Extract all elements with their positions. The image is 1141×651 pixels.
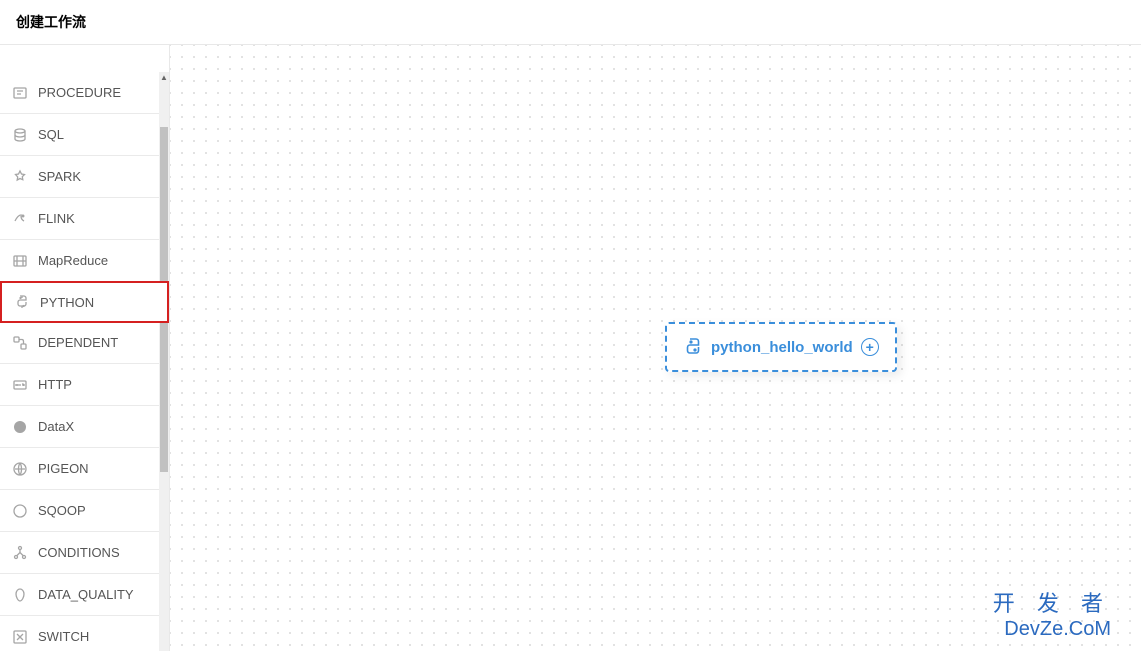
sidebar-item-flink[interactable]: FLINK: [0, 198, 169, 240]
sidebar-item-pigeon[interactable]: PIGEON: [0, 448, 169, 490]
sidebar-item-sqoop[interactable]: SQOOP: [0, 490, 169, 532]
sidebar-item-label: SWITCH: [38, 629, 89, 644]
node-add-button[interactable]: +: [861, 338, 879, 356]
watermark-text-1: 开 发 者: [993, 586, 1111, 618]
sidebar-item-label: MapReduce: [38, 253, 108, 268]
node-label: python_hello_world: [711, 339, 853, 356]
watermark-text-2: DevZe.CoM: [993, 618, 1111, 641]
main-container: PROCEDURE SQL SPARK FLINK: [0, 45, 1141, 651]
sidebar-item-label: PYTHON: [40, 295, 94, 310]
dataquality-icon: [12, 587, 28, 603]
sidebar-item-label: HTTP: [38, 377, 72, 392]
procedure-icon: [12, 85, 28, 101]
page-title: 创建工作流: [16, 12, 86, 32]
sidebar-item-mapreduce[interactable]: MapReduce: [0, 240, 169, 282]
sql-icon: [12, 127, 28, 143]
pigeon-icon: [12, 461, 28, 477]
sidebar-item-procedure[interactable]: PROCEDURE: [0, 72, 169, 114]
sidebar-scrollbar[interactable]: ▲: [159, 72, 169, 651]
sidebar-item-http[interactable]: HTTP: [0, 364, 169, 406]
sidebar-item-label: PIGEON: [38, 461, 89, 476]
sidebar-item-dataquality[interactable]: DATA_QUALITY: [0, 574, 169, 616]
spark-icon: [12, 169, 28, 185]
sidebar-item-label: CONDITIONS: [38, 545, 120, 560]
workflow-canvas[interactable]: python_hello_world + 开 发 者 DevZe.CoM: [170, 45, 1141, 651]
sidebar-item-conditions[interactable]: CONDITIONS: [0, 532, 169, 574]
sidebar-item-label: PROCEDURE: [38, 85, 121, 100]
http-icon: [12, 377, 28, 393]
sidebar-item-label: DATA_QUALITY: [38, 587, 134, 602]
sidebar-item-python[interactable]: PYTHON: [0, 281, 169, 323]
watermark: 开 发 者 DevZe.CoM: [993, 586, 1111, 641]
switch-icon: [12, 629, 28, 645]
header: 创建工作流: [0, 0, 1141, 45]
datax-icon: [12, 419, 28, 435]
dependent-icon: [12, 335, 28, 351]
flink-icon: [12, 211, 28, 227]
sidebar-item-dependent[interactable]: DEPENDENT: [0, 322, 169, 364]
sidebar-item-datax[interactable]: DataX: [0, 406, 169, 448]
sidebar-item-switch[interactable]: SWITCH: [0, 616, 169, 651]
sidebar-item-label: SQL: [38, 127, 64, 142]
task-type-sidebar: PROCEDURE SQL SPARK FLINK: [0, 45, 170, 651]
sidebar-item-sql[interactable]: SQL: [0, 114, 169, 156]
scroll-up-arrow[interactable]: ▲: [159, 72, 169, 82]
sqoop-icon: [12, 503, 28, 519]
sidebar-item-spark[interactable]: SPARK: [0, 156, 169, 198]
sidebar-item-label: DataX: [38, 419, 74, 434]
python-icon: [14, 294, 30, 310]
sidebar-item-label: FLINK: [38, 211, 75, 226]
workflow-node-python[interactable]: python_hello_world +: [665, 322, 897, 372]
python-icon: [683, 337, 703, 357]
sidebar-item-label: SPARK: [38, 169, 81, 184]
mapreduce-icon: [12, 253, 28, 269]
sidebar-item-label: DEPENDENT: [38, 335, 118, 350]
sidebar-item-label: SQOOP: [38, 503, 86, 518]
sidebar-scroll[interactable]: PROCEDURE SQL SPARK FLINK: [0, 72, 169, 651]
conditions-icon: [12, 545, 28, 561]
